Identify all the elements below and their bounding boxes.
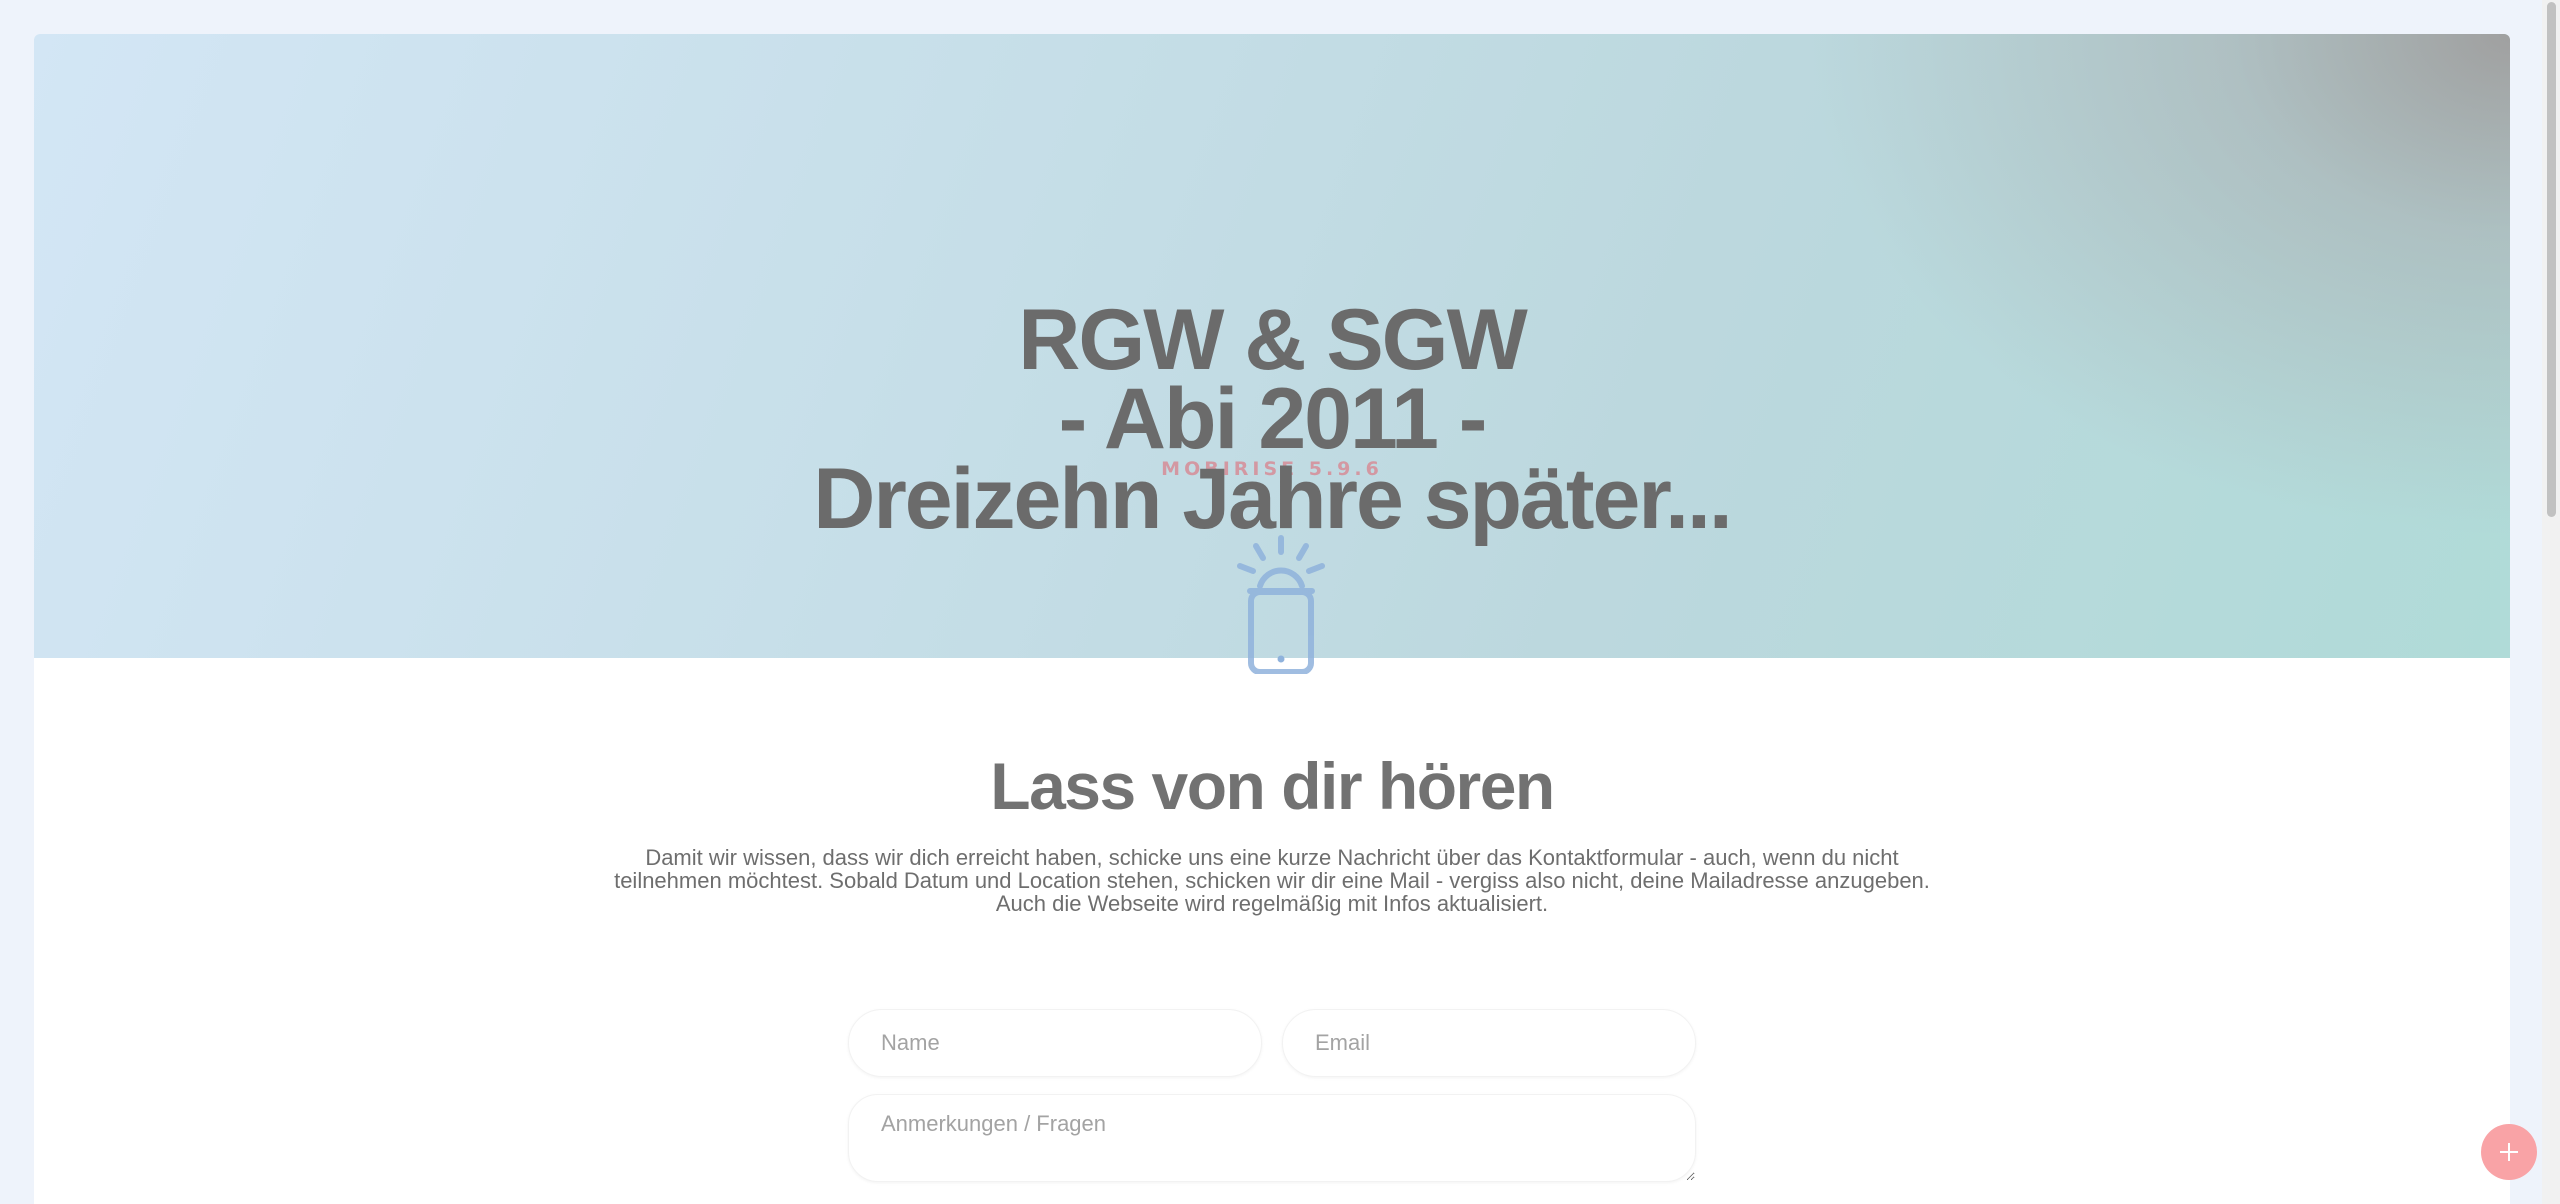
contact-heading: Lass von dir hören (990, 749, 1555, 823)
scrollbar-thumb[interactable] (2547, 2, 2556, 517)
phone-alert-icon (1237, 535, 1325, 674)
email-input[interactable] (1282, 1009, 1696, 1077)
plus-icon (2500, 1143, 2518, 1161)
hero-title-line-3: Dreizehn Jahre später... (813, 451, 1733, 547)
hero-title-line-1: RGW & SGW (1018, 292, 1528, 388)
message-textarea[interactable] (848, 1094, 1696, 1182)
page-card: RGW & SGW - Abi 2011 - MOBIRISE 5.9.6 Dr… (34, 34, 2510, 1204)
contact-description: Damit wir wissen, dass wir dich erreicht… (614, 845, 1930, 916)
hero-title-line-2: - Abi 2011 - (1058, 371, 1488, 467)
name-input[interactable] (848, 1009, 1262, 1077)
add-button[interactable] (2481, 1124, 2537, 1180)
